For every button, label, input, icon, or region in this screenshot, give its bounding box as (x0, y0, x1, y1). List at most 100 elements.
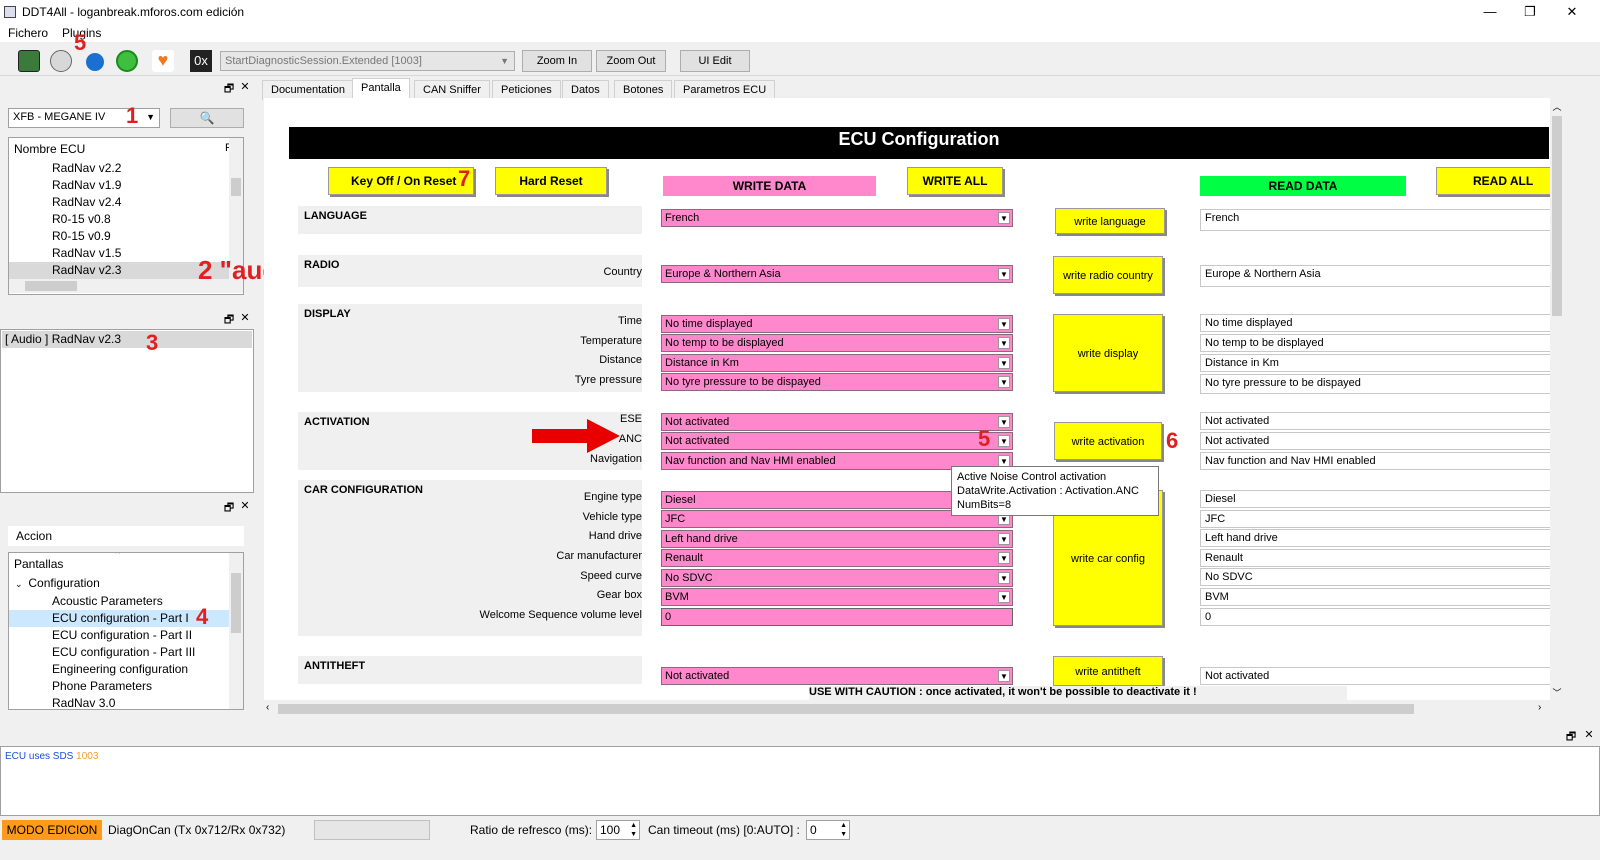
tab-pantalla[interactable]: Pantalla (352, 78, 410, 100)
tab-parametros-ecu[interactable]: Parametros ECU (674, 80, 776, 100)
zoom-out-button[interactable]: Zoom Out (596, 50, 666, 72)
welcome-volume-input[interactable]: 0 (661, 608, 1013, 626)
ecu-list-item[interactable]: RadNav v2.2 (9, 160, 229, 177)
log-text: ECU uses SDS (5, 751, 74, 762)
scroll-left-icon[interactable]: ‹ (266, 702, 269, 713)
vehicle-type-label: Vehicle type (582, 511, 642, 523)
ese-select[interactable]: Not activated ▼ (661, 413, 1013, 431)
hand-drive-select[interactable]: Left hand drive ▼ (661, 530, 1013, 548)
scrollbar-thumb[interactable] (278, 704, 1414, 714)
stepper-arrows-icon[interactable]: ▲ ▼ (630, 821, 637, 839)
country-read-value: Europe & Northern Asia (1200, 265, 1550, 287)
distance-select[interactable]: Distance in Km ▼ (661, 354, 1013, 372)
chevron-down-icon: ▼ (998, 357, 1010, 369)
session-select[interactable]: StartDiagnosticSession.Extended [1003] ▼ (220, 51, 515, 71)
tyre-pressure-select[interactable]: No tyre pressure to be dispayed ▼ (661, 373, 1013, 391)
write-data-label: WRITE DATA (663, 176, 876, 196)
stepper-arrows-icon[interactable]: ▲ ▼ (840, 821, 847, 839)
write-display-button[interactable]: write display (1053, 314, 1163, 392)
screen-vertical-scrollbar[interactable]: ︿ ﹀ (1550, 100, 1564, 700)
ecu-list-item[interactable]: R0-15 v0.8 (9, 211, 229, 228)
hard-reset-button[interactable]: Hard Reset (495, 167, 607, 195)
vehicle-type-read-value: JFC (1200, 510, 1550, 528)
read-all-button[interactable]: READ ALL (1436, 167, 1550, 195)
anc-select[interactable]: Not activated ▼ (661, 432, 1013, 450)
window-title: DDT4All - loganbreak.mforos.com edición (22, 5, 245, 19)
menu-fichero[interactable]: Fichero (8, 26, 48, 40)
scroll-right-icon[interactable]: › (1538, 702, 1541, 713)
connect-icon[interactable] (116, 50, 138, 72)
time-label: Time (617, 315, 642, 327)
language-select[interactable]: French ▼ (661, 209, 1013, 227)
refresh-label: Ratio de refresco (ms): (470, 823, 593, 837)
scrollbar-thumb[interactable] (25, 281, 77, 291)
car-manufacturer-select[interactable]: Renault ▼ (661, 549, 1013, 567)
ecu-list-item-selected[interactable]: RadNav v2.3 (9, 262, 229, 279)
float-icon[interactable]: 🗗 (1564, 728, 1578, 747)
tree-item[interactable]: Phone Parameters (9, 678, 229, 695)
ecu-list-item[interactable]: RadNav v2.4 (9, 194, 229, 211)
ui-edit-button[interactable]: UI Edit (680, 50, 750, 72)
speed-curve-select[interactable]: No SDVC ▼ (661, 569, 1013, 587)
float-icon[interactable]: 🗗 (222, 311, 236, 330)
search-ecu-button[interactable]: 🔍 (170, 108, 244, 128)
close-panel-icon[interactable]: ✕ (1582, 728, 1596, 741)
heartbeat-icon[interactable]: ♥ (152, 50, 174, 72)
refresh-icon[interactable] (86, 53, 104, 71)
write-antitheft-button[interactable]: write antitheft (1053, 656, 1163, 686)
close-panel-icon[interactable]: ✕ (238, 80, 252, 93)
ecu-list-item[interactable]: RadNav v1.5 (9, 245, 229, 262)
monitor-icon[interactable] (18, 50, 40, 72)
anc-read-value: Not activated (1200, 432, 1550, 450)
maximize-button[interactable]: ❐ (1510, 2, 1550, 22)
float-icon[interactable]: 🗗 (222, 499, 236, 518)
refresh-stepper[interactable]: 100 ▲ ▼ (596, 820, 640, 840)
tree-group-configuration[interactable]: ⌄ Configuration (9, 575, 229, 593)
gear-scan-icon[interactable] (50, 50, 72, 72)
tree-item[interactable]: ECU configuration - Part III (9, 644, 229, 661)
scroll-down-icon[interactable]: ﹀ (1550, 686, 1564, 699)
tyre-pressure-read-value: No tyre pressure to be dispayed (1200, 374, 1550, 394)
tree-item[interactable]: RadNav 3.0 (9, 695, 229, 709)
close-panel-icon[interactable]: ✕ (238, 499, 252, 512)
tree-item[interactable]: Engineering configuration (9, 661, 229, 678)
vertical-scrollbar[interactable] (229, 553, 243, 709)
minimize-button[interactable]: — (1470, 2, 1510, 22)
close-panel-icon[interactable]: ✕ (238, 311, 252, 324)
screen-horizontal-scrollbar[interactable]: ‹ › (264, 702, 1550, 716)
float-icon[interactable]: 🗗 (222, 80, 236, 99)
zoom-in-button[interactable]: Zoom In (522, 50, 592, 72)
hex-icon[interactable]: 0x (190, 50, 212, 72)
antitheft-select[interactable]: Not activated ▼ (661, 667, 1013, 685)
distance-read-value: Distance in Km (1200, 354, 1550, 372)
ecu-list-item[interactable]: RadNav v1.9 (9, 177, 229, 194)
scrollbar-thumb[interactable] (1552, 116, 1562, 316)
section-antitheft: ANTITHEFT (298, 656, 642, 684)
tab-peticiones[interactable]: Peticiones (492, 80, 561, 100)
temperature-select[interactable]: No temp to be displayed ▼ (661, 334, 1013, 352)
country-select[interactable]: Europe & Northern Asia ▼ (661, 265, 1013, 283)
search-icon: 🔍 (199, 111, 215, 125)
write-activation-button[interactable]: write activation (1054, 422, 1162, 460)
write-language-button[interactable]: write language (1055, 208, 1165, 234)
tab-documentation[interactable]: Documentation (262, 80, 354, 100)
tab-can-sniffer[interactable]: CAN Sniffer (414, 80, 490, 100)
tab-datos[interactable]: Datos (562, 80, 609, 100)
tab-botones[interactable]: Botones (614, 80, 673, 100)
scroll-up-icon[interactable]: ︿ (1550, 100, 1564, 113)
timeout-stepper[interactable]: 0 ▲ ▼ (806, 820, 850, 840)
selected-ecu-panel-header: 🗗 ✕ (0, 310, 256, 326)
key-off-reset-button[interactable]: Key Off / On Reset (328, 167, 474, 195)
ecu-list-item[interactable]: R0-15 v0.9 (9, 228, 229, 245)
scrollbar-thumb[interactable] (231, 178, 241, 196)
selected-ecu-item[interactable]: [ Audio ] RadNav v2.3 (2, 331, 252, 348)
scrollbar-thumb[interactable] (231, 573, 241, 633)
write-all-button[interactable]: WRITE ALL (907, 167, 1003, 195)
gear-box-select[interactable]: BVM ▼ (661, 588, 1013, 606)
time-select[interactable]: No time displayed ▼ (661, 315, 1013, 333)
chevron-down-icon: ▼ (998, 416, 1010, 428)
write-radio-country-button[interactable]: write radio country (1053, 256, 1163, 294)
screens-tree-header: Pantallas (14, 557, 64, 571)
toolbar: ♥ 0x StartDiagnosticSession.Extended [10… (0, 30, 1600, 76)
close-button[interactable]: ✕ (1552, 2, 1592, 22)
